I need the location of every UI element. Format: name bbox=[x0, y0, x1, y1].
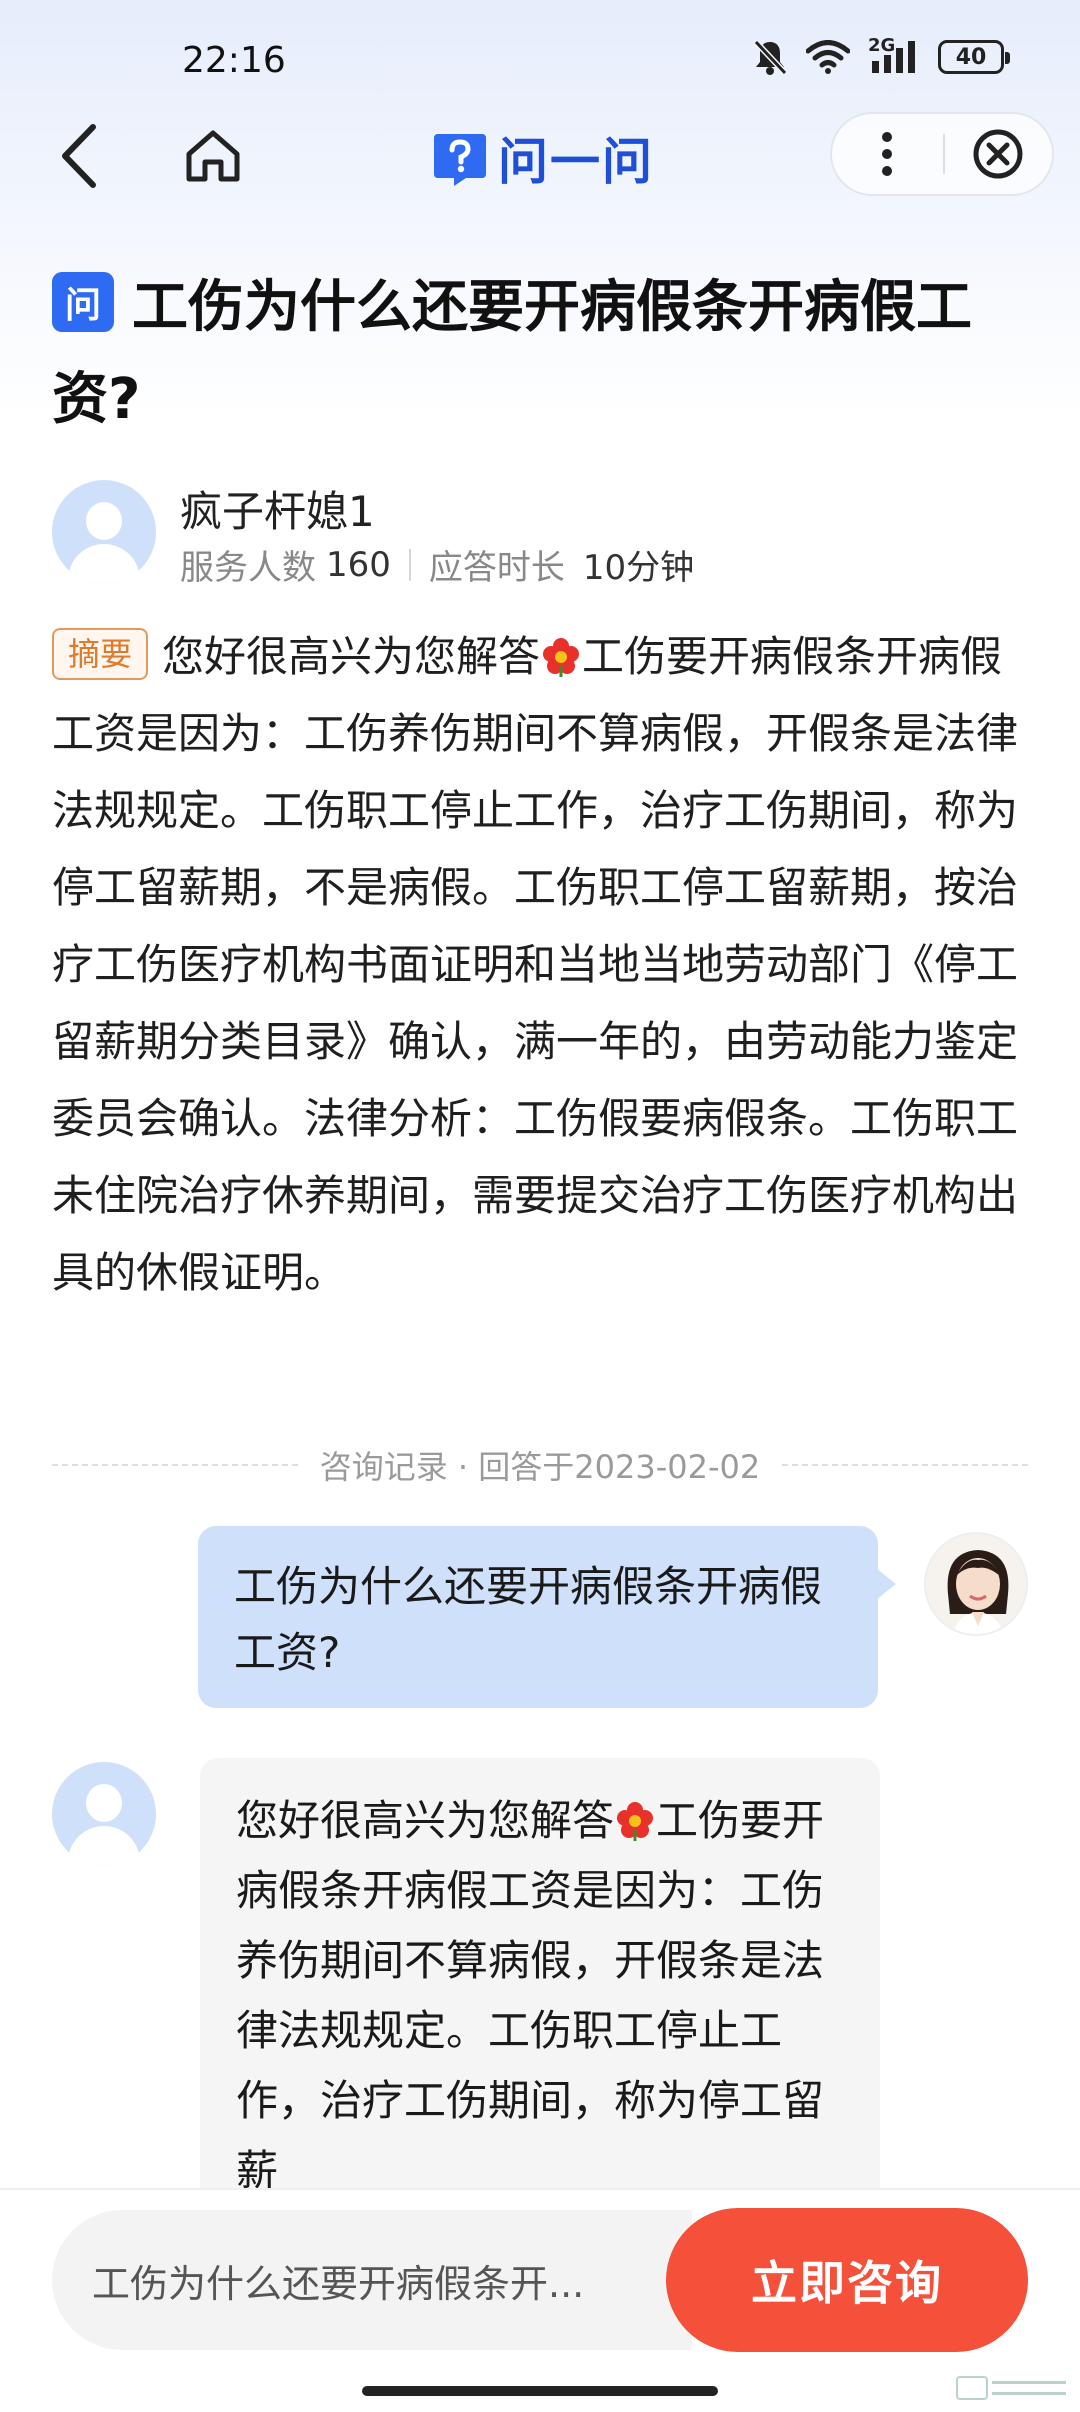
answer-message-bubble: 您好很高兴为您解答 工伤要开病假条开病假工资是因为：工伤养伤期间不算病假，开假条… bbox=[200, 1758, 880, 2198]
answerer-chat-avatar bbox=[52, 1762, 156, 1866]
stats-divider bbox=[408, 548, 411, 581]
more-icon bbox=[882, 132, 893, 176]
brand-logo: 问一问 bbox=[430, 122, 654, 194]
summary-text-rest: 工伤要开病假条开病假工资是因为：工伤养伤期间不算病假，开假条是法律法规规定。工伤… bbox=[52, 632, 1019, 1297]
answerer-info[interactable]: 疯子杆媳1 服务人数 160 应答时长 10分钟 bbox=[52, 478, 1032, 588]
answerer-stats: 服务人数 160 应答时长 10分钟 bbox=[180, 540, 694, 589]
answer-summary: 摘要 您好很高兴为您解答 工伤要开病假条开病假工资是因为：工伤养伤期间不算病假，开… bbox=[52, 618, 1034, 1311]
more-button[interactable] bbox=[832, 112, 943, 196]
home-button[interactable] bbox=[178, 116, 248, 196]
answerer-avatar[interactable] bbox=[52, 480, 156, 584]
close-icon bbox=[973, 129, 1023, 179]
question-title: 工伤为什么还要开病假条开病假工资? bbox=[52, 275, 972, 432]
watermark-logo bbox=[956, 2374, 1066, 2402]
navigation-bar: 问一问 bbox=[0, 108, 1080, 200]
divider-line-left bbox=[52, 1464, 298, 1466]
brand-name: 问一问 bbox=[498, 133, 654, 191]
answerer-name: 疯子杆媳1 bbox=[180, 487, 375, 536]
divider-line-right bbox=[782, 1464, 1028, 1466]
response-time: 10分钟 bbox=[582, 548, 695, 588]
question-badge: 问 bbox=[52, 272, 114, 332]
summary-tag: 摘要 bbox=[52, 627, 149, 680]
home-indicator[interactable] bbox=[362, 2386, 718, 2396]
brand-question-icon bbox=[434, 134, 486, 186]
cellular-signal-icon: 2G bbox=[868, 35, 920, 75]
user-avatar bbox=[924, 1532, 1028, 1636]
served-label: 服务人数 bbox=[180, 548, 316, 588]
home-icon bbox=[186, 130, 240, 182]
bottom-action-bar: 工伤为什么还要开病假条开... 立即咨询 bbox=[0, 2188, 1080, 2412]
back-icon bbox=[62, 124, 96, 188]
record-date-label: 咨询记录 · 回答于2023-02-02 bbox=[319, 1448, 761, 1486]
flower-icon bbox=[617, 1802, 654, 1841]
mini-program-capsule bbox=[830, 112, 1054, 196]
answer-text-rest: 工伤要开病假条开病假工资是因为：工伤养伤期间不算病假，开假条是法律法规规定。工伤… bbox=[236, 1796, 825, 2195]
back-button[interactable] bbox=[44, 116, 114, 196]
status-icons: 2G 40 bbox=[752, 35, 1010, 76]
summary-text-start: 您好很高兴为您解答 bbox=[162, 632, 541, 681]
close-button[interactable] bbox=[945, 112, 1052, 196]
response-label: 应答时长 bbox=[428, 548, 565, 588]
battery-icon: 40 bbox=[938, 40, 1010, 74]
wifi-icon bbox=[806, 40, 850, 74]
consultation-record-divider: 咨询记录 · 回答于2023-02-02 bbox=[52, 1440, 1028, 1490]
consult-now-button[interactable]: 立即咨询 bbox=[666, 2208, 1028, 2352]
status-bar: 22:16 2G 40 bbox=[0, 0, 1080, 120]
question-input[interactable]: 工伤为什么还要开病假条开... bbox=[52, 2210, 692, 2350]
served-count: 160 bbox=[326, 544, 391, 585]
mute-bell-icon bbox=[752, 38, 788, 76]
answer-text-start: 您好很高兴为您解答 bbox=[236, 1796, 615, 1845]
status-time: 22:16 bbox=[182, 40, 286, 81]
user-message-bubble: 工伤为什么还要开病假条开病假工资? bbox=[198, 1526, 896, 1708]
flower-icon bbox=[543, 638, 580, 677]
question-block: 问工伤为什么还要开病假条开病假工资? bbox=[52, 262, 1032, 446]
